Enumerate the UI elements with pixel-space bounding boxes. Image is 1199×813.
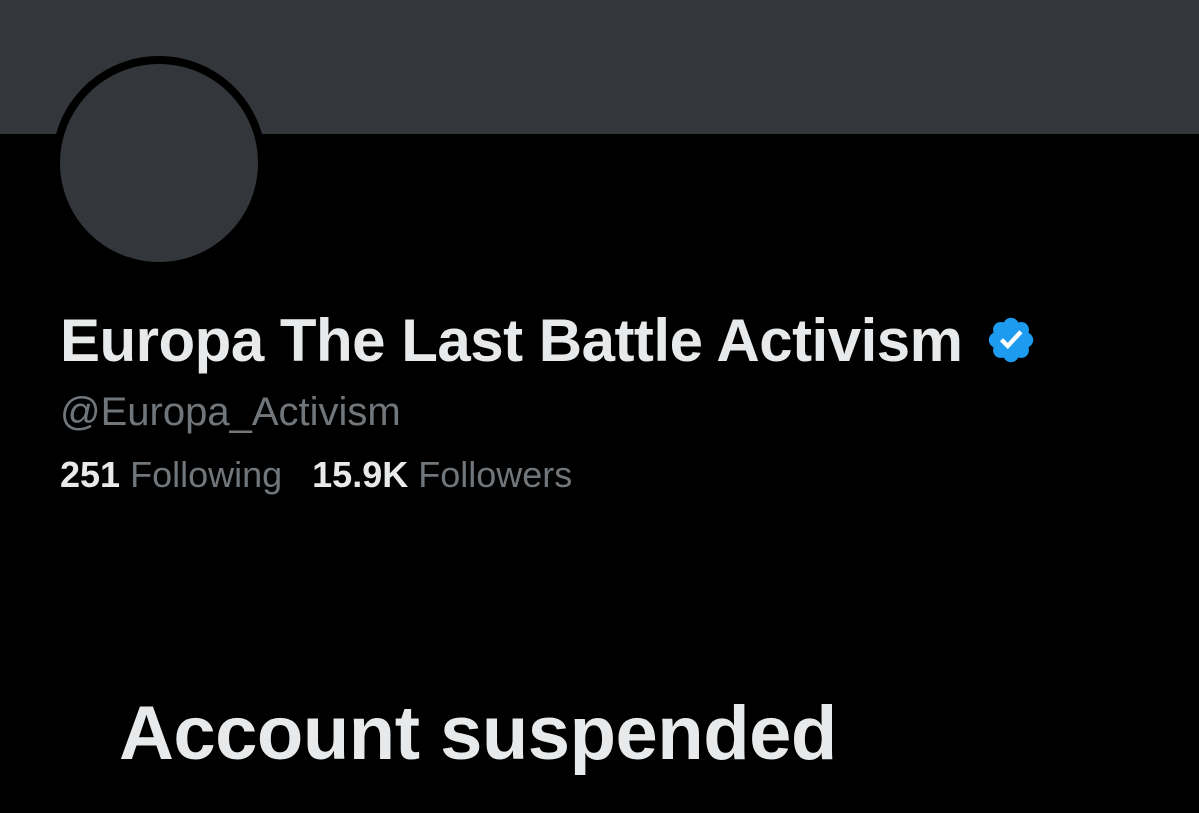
profile-handle: @Europa_Activism [60, 390, 401, 434]
following-label: Following [130, 454, 283, 495]
account-suspended-message: Account suspended [119, 691, 837, 776]
verified-badge-icon[interactable] [985, 314, 1037, 366]
following-count: 251 [60, 454, 121, 495]
following-link[interactable]: 251 Following [60, 454, 282, 496]
followers-label: Followers [418, 454, 573, 495]
followers-link[interactable]: 15.9K Followers [312, 454, 572, 496]
avatar[interactable] [52, 56, 266, 270]
profile-name-row: Europa The Last Battle Activism [60, 300, 1037, 380]
profile-stats: 251 Following 15.9K Followers [60, 454, 602, 496]
avatar-placeholder [60, 64, 258, 262]
followers-count: 15.9K [312, 454, 409, 495]
display-name: Europa The Last Battle Activism [60, 306, 963, 374]
